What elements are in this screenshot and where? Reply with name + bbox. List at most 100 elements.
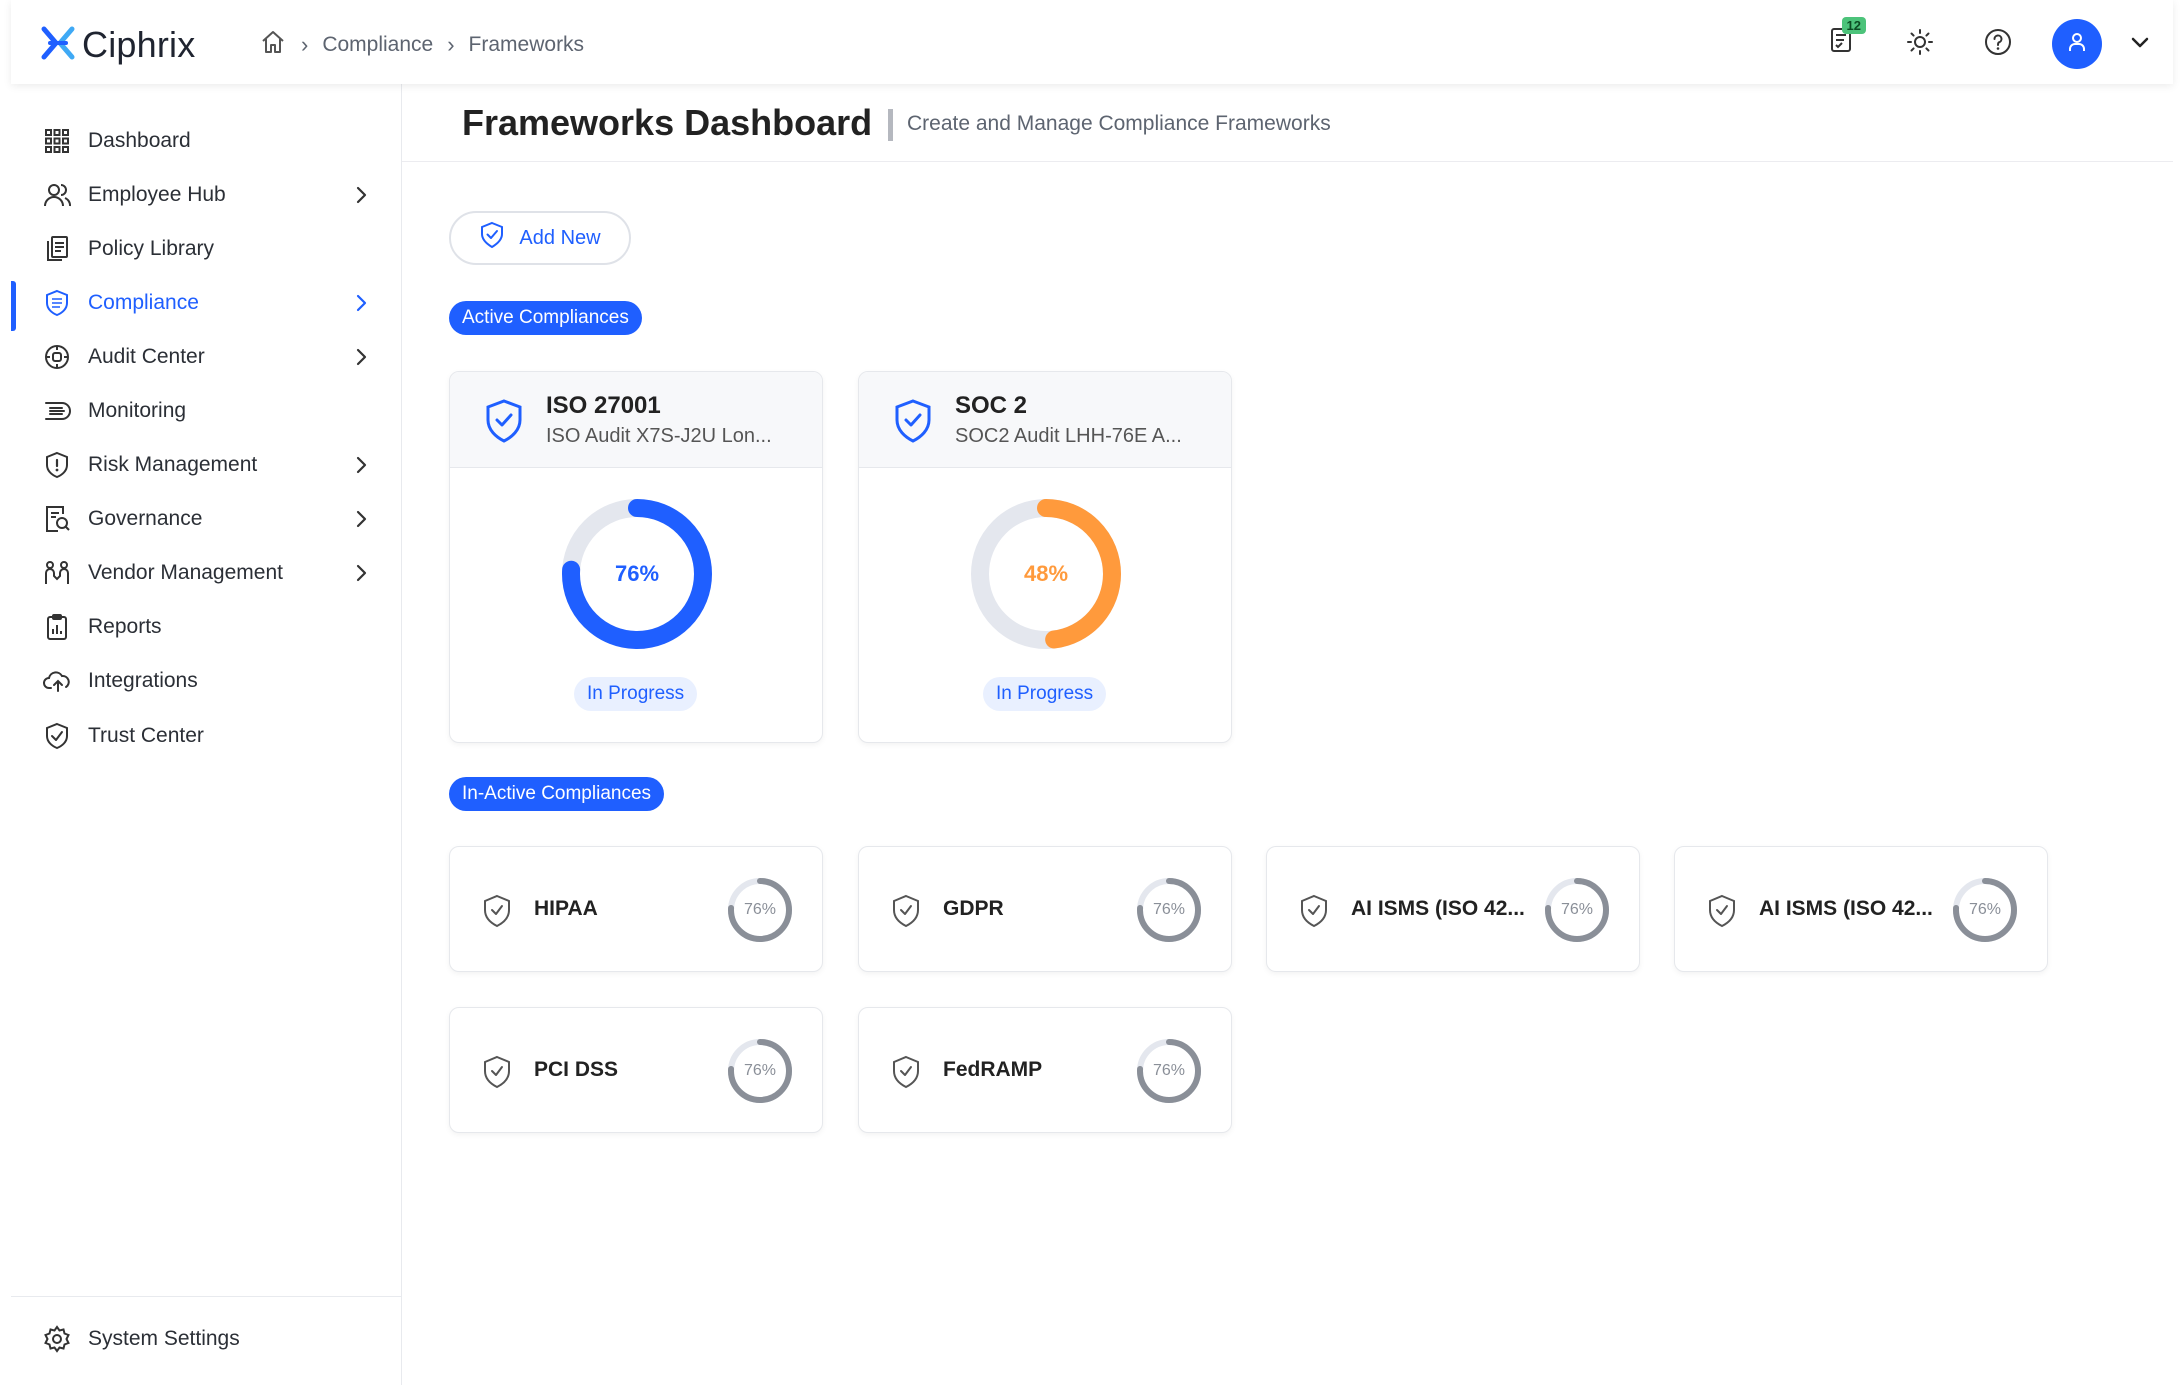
cloud-icon	[41, 665, 73, 697]
sidebar-item-trust-center[interactable]: Trust Center	[11, 712, 402, 760]
status-badge: In Progress	[574, 677, 698, 711]
chevron-right-icon	[351, 184, 373, 206]
progress-percent: 76%	[743, 901, 777, 918]
card-title: PCI DSS	[534, 1058, 619, 1081]
sidebar-item-label: Monitoring	[88, 399, 187, 422]
app-name: Ciphrix	[82, 24, 196, 65]
help-button[interactable]	[1976, 22, 2020, 66]
breadcrumb: › Compliance › Frameworks	[259, 28, 584, 62]
compliance-card-pci-dss[interactable]: PCI DSS 76%	[449, 1007, 823, 1133]
progress-percent: 76%	[1152, 901, 1186, 918]
compliance-card-hipaa[interactable]: HIPAA 76%	[449, 846, 823, 972]
sidebar-item-audit-center[interactable]: Audit Center	[11, 333, 402, 381]
card-header: ISO 27001 ISO Audit X7S-J2U Lon...	[450, 372, 822, 468]
sidebar-item-label: Employee Hub	[88, 183, 226, 206]
sidebar-item-compliance[interactable]: Compliance	[11, 279, 402, 331]
tasks-button[interactable]: 12	[1820, 17, 1866, 64]
sidebar-item-governance[interactable]: Governance	[11, 495, 402, 543]
chevron-right-icon	[351, 562, 373, 584]
sidebar-item-label: Audit Center	[88, 345, 205, 368]
shield-check-icon	[482, 1055, 512, 1089]
sidebar-item-label: Trust Center	[88, 724, 204, 747]
card-subtitle: SOC2 Audit LHH-76E A...	[955, 425, 1182, 447]
card-title: AI ISMS (ISO 42...	[1351, 897, 1525, 920]
shield-check-icon	[1707, 894, 1737, 928]
sidebar-item-label: Integrations	[88, 669, 198, 692]
avatar[interactable]	[2052, 19, 2102, 69]
shield-check-icon	[484, 398, 524, 444]
user-icon	[2065, 30, 2089, 59]
sidebar-item-label: Governance	[88, 507, 203, 530]
audit-icon	[41, 341, 73, 373]
chevron-right-icon	[351, 292, 373, 314]
sidebar-item-integrations[interactable]: Integrations	[11, 657, 402, 705]
compliance-card-iso-27001[interactable]: ISO 27001 ISO Audit X7S-J2U Lon... 76% I…	[449, 371, 823, 743]
chevron-right-icon	[351, 346, 373, 368]
add-new-label: Add New	[519, 226, 601, 249]
sidebar-item-dashboard[interactable]: Dashboard	[11, 117, 402, 165]
sidebar-item-vendor-management[interactable]: Vendor Management	[11, 549, 402, 597]
sidebar-item-employee-hub[interactable]: Employee Hub	[11, 171, 402, 219]
card-subtitle: ISO Audit X7S-J2U Lon...	[546, 425, 772, 447]
sidebar-item-label: Risk Management	[88, 453, 258, 476]
progress-percent: 48%	[1023, 561, 1069, 586]
compliance-card-ai-isms-1[interactable]: AI ISMS (ISO 42... 76%	[1266, 846, 1640, 972]
sidebar-item-reports[interactable]: Reports	[11, 603, 402, 651]
governance-icon	[41, 503, 73, 535]
progress-percent: 76%	[743, 1062, 777, 1079]
chevron-right-icon: ›	[447, 32, 455, 57]
progress-donut: 48%	[969, 497, 1123, 651]
notification-badge: 12	[1841, 17, 1866, 34]
sidebar-item-monitoring[interactable]: Monitoring	[11, 387, 402, 435]
progress-percent: 76%	[1560, 901, 1594, 918]
card-title: SOC 2	[955, 392, 1028, 419]
gear-icon	[41, 1323, 73, 1355]
page-title: Frameworks Dashboard	[462, 102, 873, 143]
shield-check-icon	[479, 221, 505, 255]
users-icon	[41, 179, 73, 211]
top-bar: Ciphrix › Compliance › Frameworks 12	[11, 0, 2173, 84]
progress-ring: 76%	[726, 1037, 794, 1105]
sidebar-item-label: Vendor Management	[88, 561, 283, 584]
progress-percent: 76%	[1968, 901, 2002, 918]
chevron-down-icon	[2128, 30, 2152, 59]
inactive-compliances-label: In-Active Compliances	[449, 777, 665, 811]
vendor-icon	[41, 557, 73, 589]
sun-icon	[1905, 27, 1935, 62]
sidebar-item-label: Dashboard	[88, 129, 191, 152]
compliance-card-soc-2[interactable]: SOC 2 SOC2 Audit LHH-76E A... 48% In Pro…	[858, 371, 1232, 743]
account-menu-button[interactable]	[2118, 22, 2162, 66]
breadcrumb-compliance[interactable]: Compliance	[322, 33, 433, 57]
theme-toggle-button[interactable]	[1898, 22, 1942, 66]
shield-check-icon	[482, 894, 512, 928]
chevron-right-icon	[351, 454, 373, 476]
shield-check-icon	[891, 894, 921, 928]
main-content: Frameworks Dashboard Create and Manage C…	[402, 84, 2173, 1385]
logo-mark-icon	[40, 25, 76, 66]
home-icon[interactable]	[259, 28, 287, 62]
shield-check-icon	[893, 398, 933, 444]
progress-ring: 76%	[726, 876, 794, 944]
shield-icon	[41, 287, 73, 319]
clipboard-icon	[41, 611, 73, 643]
add-new-button[interactable]: Add New	[449, 211, 631, 265]
sidebar-item-risk-management[interactable]: Risk Management	[11, 441, 402, 489]
sidebar-item-system-settings[interactable]: System Settings	[11, 1315, 402, 1363]
shield-check-icon	[891, 1055, 921, 1089]
risk-shield-icon	[41, 449, 73, 481]
documents-icon	[41, 233, 73, 265]
card-title: ISO 27001	[546, 392, 661, 419]
compliance-card-gdpr[interactable]: GDPR 76%	[858, 846, 1232, 972]
breadcrumb-frameworks: Frameworks	[468, 33, 585, 56]
progress-percent: 76%	[1152, 1062, 1186, 1079]
sidebar: Dashboard Employee Hub Policy Library Co…	[11, 84, 402, 1385]
progress-percent: 76%	[614, 561, 660, 586]
sidebar-item-label: Compliance	[88, 291, 199, 314]
divider	[888, 109, 893, 141]
compliance-card-fedramp[interactable]: FedRAMP 76%	[858, 1007, 1232, 1133]
compliance-card-ai-isms-2[interactable]: AI ISMS (ISO 42... 76%	[1674, 846, 2048, 972]
sidebar-item-policy-library[interactable]: Policy Library	[11, 225, 402, 273]
monitoring-icon	[41, 395, 73, 427]
progress-ring: 76%	[1951, 876, 2019, 944]
app-logo[interactable]: Ciphrix	[40, 24, 195, 66]
